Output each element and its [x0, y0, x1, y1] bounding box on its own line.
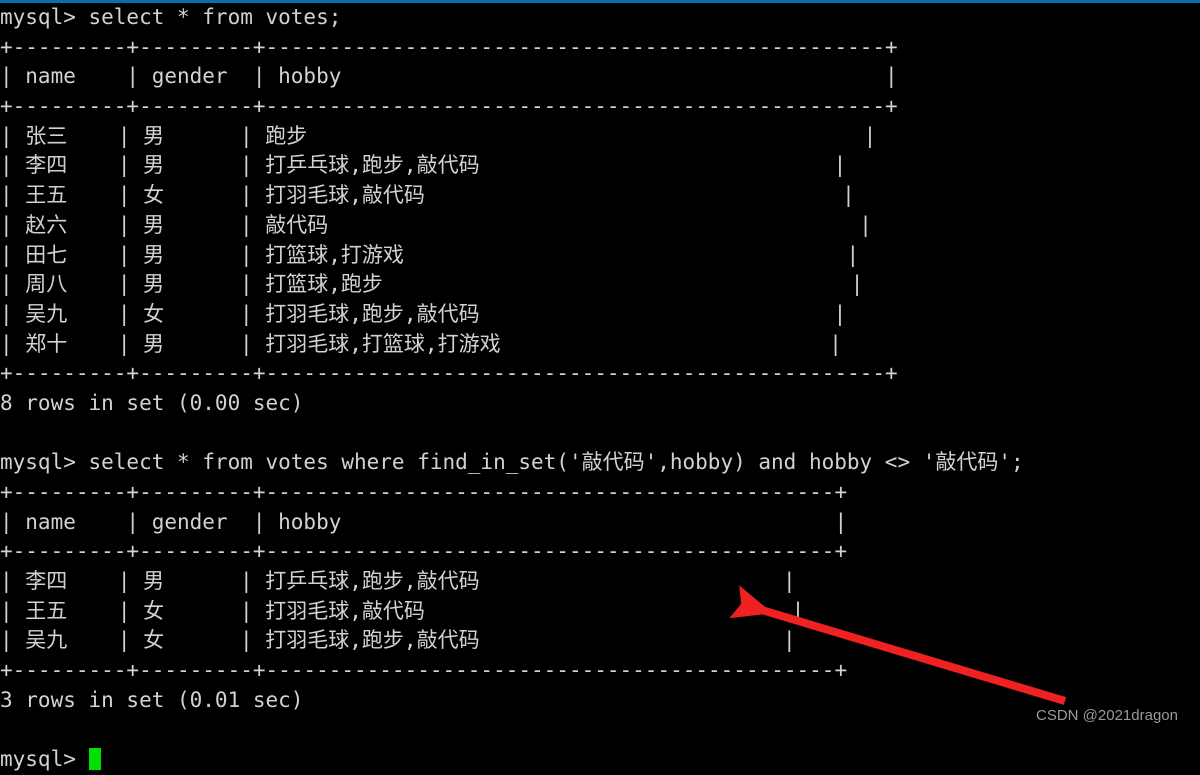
terminal-line: +---------+---------+-------------------…: [0, 361, 898, 386]
terminal-line: | 李四 | 男 | 打乒乓球,跑步,敲代码 |: [0, 569, 796, 594]
terminal-line: | name | gender | hobby |: [0, 64, 898, 89]
terminal-line: +---------+---------+-------------------…: [0, 658, 848, 683]
terminal-line: +---------+---------+-------------------…: [0, 480, 848, 504]
terminal-line: | 赵六 | 男 | 敲代码 |: [0, 212, 872, 237]
terminal-line: | 王五 | 女 | 打羽毛球,敲代码 |: [0, 183, 855, 208]
terminal-output[interactable]: mysql> select * from votes; +---------+--…: [0, 3, 1200, 771]
text-cursor: [88, 748, 102, 771]
terminal-line: mysql> select * from votes where find_in…: [0, 450, 1024, 475]
prompt-text: mysql>: [0, 747, 89, 772]
terminal-line: | 周八 | 男 | 打篮球,跑步 |: [0, 272, 864, 297]
terminal-line: | 郑十 | 男 | 打羽毛球,打篮球,打游戏 |: [0, 331, 842, 356]
terminal-line: +---------+---------+-------------------…: [0, 539, 848, 564]
terminal-line: | name | gender | hobby |: [0, 509, 848, 534]
terminal-line: +---------+---------+-------------------…: [0, 34, 898, 59]
terminal-line: +---------+---------+-------------------…: [0, 94, 898, 119]
terminal-line: | 吴九 | 女 | 打羽毛球,跑步,敲代码 |: [0, 301, 847, 326]
terminal-line: | 王五 | 女 | 打羽毛球,敲代码 |: [0, 598, 805, 623]
terminal-line: | 田七 | 男 | 打篮球,打游戏 |: [0, 242, 860, 267]
terminal-line: mysql> select * from votes;: [0, 5, 342, 29]
terminal-line: | 吴九 | 女 | 打羽毛球,跑步,敲代码 |: [0, 628, 796, 653]
terminal-prompt-line[interactable]: mysql>: [0, 745, 1200, 775]
csdn-watermark: CSDN @2021dragon: [1036, 707, 1178, 724]
terminal-line: 3 rows in set (0.01 sec): [0, 687, 304, 712]
terminal-line: | 张三 | 男 | 跑步 |: [0, 123, 877, 148]
terminal-line: | 李四 | 男 | 打乒乓球,跑步,敲代码 |: [0, 153, 847, 178]
terminal-line: 8 rows in set (0.00 sec): [0, 390, 304, 415]
